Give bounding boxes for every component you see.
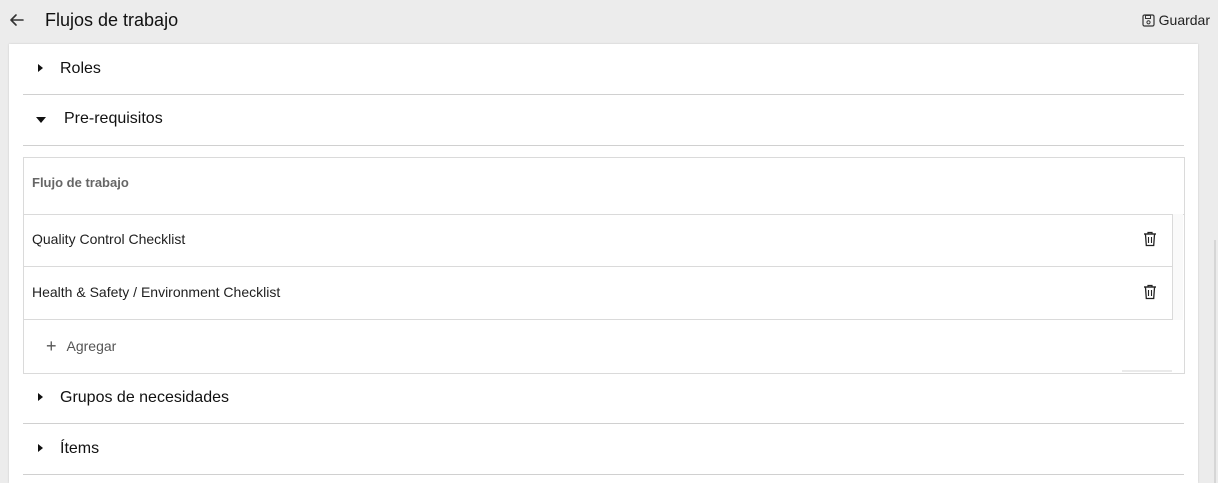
section-roles[interactable]: Roles [23,44,1184,95]
section-items[interactable]: Ítems [23,424,1184,475]
save-icon [1142,13,1155,27]
table-row[interactable]: Health & Safety / Environment Checklist [24,267,1172,320]
top-bar: Flujos de trabajo Guardar [0,0,1218,44]
prerequisites-table: Flujo de trabajo Quality Control Checkli… [23,157,1185,374]
table-row[interactable]: Quality Control Checklist [24,214,1172,267]
section-label: Roles [60,60,101,77]
workflow-name: Health & Safety / Environment Checklist [32,284,281,300]
page-scrollbar[interactable] [1214,240,1216,483]
caret-right-icon [38,444,43,452]
page-title: Flujos de trabajo [45,10,179,30]
trash-icon[interactable] [1143,231,1157,247]
back-button[interactable] [6,9,28,31]
workflow-panel: Roles Pre-requisitos Flujo de trabajo Qu… [9,44,1198,483]
table-header: Flujo de trabajo [24,158,1184,215]
add-row: + Agregar [24,321,1184,373]
add-button[interactable]: + Agregar [46,336,117,356]
section-label: Grupos de necesidades [60,389,229,406]
save-button[interactable]: Guardar [1142,10,1210,30]
caret-right-icon [38,64,43,72]
caret-right-icon [38,393,43,401]
section-need-groups[interactable]: Grupos de necesidades [23,373,1184,424]
resize-handle [1122,370,1172,372]
save-button-label: Guardar [1158,12,1210,28]
workflow-name: Quality Control Checklist [32,231,186,247]
section-prerequisites[interactable]: Pre-requisitos [23,95,1184,146]
arrow-left-icon [10,14,24,26]
trash-icon[interactable] [1143,284,1157,300]
caret-down-icon [36,117,46,123]
table-scrollbar[interactable] [1172,214,1183,320]
plus-icon: + [46,336,57,356]
add-button-label: Agregar [66,338,117,354]
section-label: Pre-requisitos [64,110,163,127]
section-label: Ítems [60,440,100,457]
column-header-workflow: Flujo de trabajo [32,175,129,190]
